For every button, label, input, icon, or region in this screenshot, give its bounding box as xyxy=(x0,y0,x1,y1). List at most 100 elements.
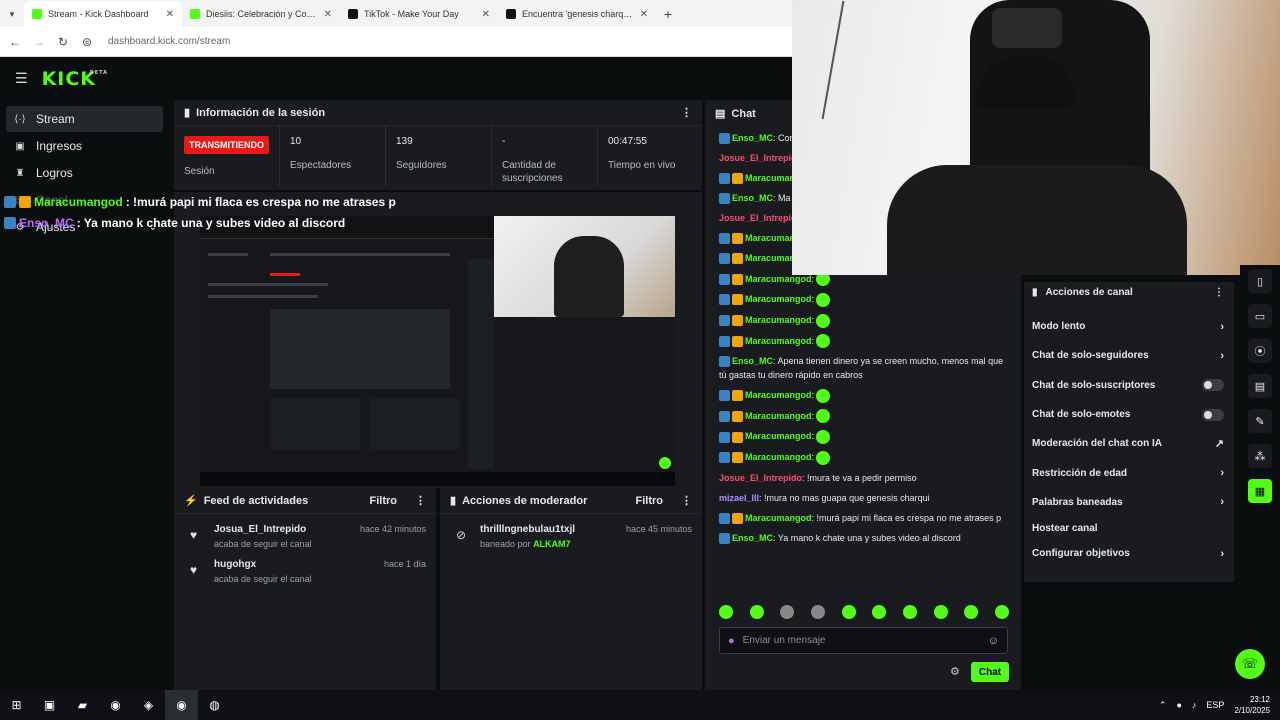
feed-user[interactable]: hugohgx xyxy=(214,559,312,570)
browser-tabbar: ▾ Stream - Kick Dashboard ✕ Diesiis: Cel… xyxy=(0,0,792,27)
chat-username[interactable]: mizael_lll xyxy=(719,493,759,503)
chat-username[interactable]: Maracumangod xyxy=(745,294,812,304)
chat-username[interactable]: Maracumangod xyxy=(745,390,812,400)
new-tab-plus-icon[interactable]: + xyxy=(656,1,680,27)
action-age-restriction[interactable]: Restricción de edad › xyxy=(1024,458,1234,487)
language-indicator[interactable]: ESP xyxy=(1206,700,1224,710)
mic-tray-icon[interactable]: ● xyxy=(1176,700,1181,710)
clapperboard-icon[interactable]: ▦ xyxy=(1248,479,1272,503)
action-banned-words[interactable]: Palabras baneadas › xyxy=(1024,488,1234,517)
tray-expand-icon[interactable]: ⌃ xyxy=(1159,700,1167,711)
forward-arrow-icon[interactable]: → xyxy=(32,35,46,49)
chat-username[interactable]: Josue_El_Intrepido xyxy=(719,473,802,483)
feed-filter-button[interactable]: Filtro xyxy=(370,495,398,507)
chat-username[interactable]: Maracumangod xyxy=(745,513,812,523)
back-arrow-icon[interactable]: ← xyxy=(8,35,22,49)
site-info-icon[interactable]: ⊜ xyxy=(80,35,94,49)
wrench-icon[interactable]: ✎ xyxy=(1248,409,1272,433)
overlay-text: : !murá papi mi flaca es crespa no me at… xyxy=(125,194,396,209)
chat-username[interactable]: Maracumangod xyxy=(745,411,812,421)
feed-user[interactable]: Josua_El_Intrepido xyxy=(214,524,312,535)
chat-username[interactable]: Enso_MC xyxy=(732,533,773,543)
file-explorer-icon[interactable]: ▰ xyxy=(66,690,99,720)
reload-icon[interactable]: ↻ xyxy=(56,35,70,49)
emote-icon[interactable] xyxy=(994,605,1009,619)
nodes-icon[interactable]: ⁂ xyxy=(1248,444,1272,468)
chat-bubble-icon[interactable]: ▭ xyxy=(1248,304,1272,328)
chat-username[interactable]: Josue_El_Intrepido xyxy=(719,153,802,163)
action-host-channel[interactable]: Hostear canal xyxy=(1024,517,1234,539)
chat-username[interactable]: Maracumangod xyxy=(745,274,812,284)
close-tab-icon[interactable]: ✕ xyxy=(324,9,332,20)
right-tool-rail: ▯ ▭ ⦿ ▤ ✎ ⁂ ▦ xyxy=(1240,265,1280,690)
emote-icon[interactable] xyxy=(780,605,795,619)
chat-username[interactable]: Enso_MC xyxy=(732,193,773,203)
emote-icon[interactable] xyxy=(810,605,825,619)
emote-icon[interactable] xyxy=(902,605,917,619)
chrome-icon[interactable]: ◉ xyxy=(99,690,132,720)
chrome-active-icon[interactable]: ◉ xyxy=(165,690,198,720)
browser-tab-kick[interactable]: Stream - Kick Dashboard ✕ xyxy=(24,1,182,27)
action-configure-goals[interactable]: Configurar objetivos › xyxy=(1024,539,1234,568)
emote-icon[interactable] xyxy=(964,605,979,619)
emote-icon[interactable] xyxy=(933,605,948,619)
chat-send-button[interactable]: Chat xyxy=(971,662,1009,682)
stream-preview[interactable] xyxy=(200,216,675,486)
mod-by-user[interactable]: ALKAM7 xyxy=(533,539,571,549)
action-label: Chat de solo-seguidores xyxy=(1032,350,1149,362)
url-field[interactable]: dashboard.kick.com/stream xyxy=(108,36,230,47)
emote-icon[interactable] xyxy=(872,605,887,619)
action-ai-moderation[interactable]: Moderación del chat con IA ↗ xyxy=(1024,429,1234,458)
mod-filter-button[interactable]: Filtro xyxy=(636,495,664,507)
volume-icon[interactable]: ♪ xyxy=(1192,700,1197,710)
close-tab-icon[interactable]: ✕ xyxy=(640,9,648,20)
browser-tab-kick-2[interactable]: Diesiis: Celebración y Controve ✕ xyxy=(182,1,340,27)
support-chat-icon[interactable]: ☏ xyxy=(1235,649,1265,679)
browser-tab-tiktok[interactable]: TikTok - Make Your Day ✕ xyxy=(340,1,498,27)
action-slow-mode[interactable]: Modo lento › xyxy=(1024,312,1234,341)
obs-icon[interactable]: ◍ xyxy=(198,690,231,720)
more-options-icon[interactable]: ⋮ xyxy=(415,494,426,507)
mod-target-user[interactable]: thrilllngnebulau1txjl xyxy=(480,524,575,535)
emote-icon[interactable] xyxy=(719,605,733,619)
subscribers-only-toggle[interactable] xyxy=(1202,379,1224,392)
chat-username[interactable]: Maracumangod xyxy=(745,315,812,325)
action-followers-only[interactable]: Chat de solo-seguidores › xyxy=(1024,341,1234,370)
layout-icon[interactable]: ▯ xyxy=(1248,269,1272,293)
chat-username[interactable]: Josue_El_Intrepido xyxy=(719,213,802,223)
close-tab-icon[interactable]: ✕ xyxy=(482,9,490,20)
more-options-icon[interactable]: ⋮ xyxy=(1214,287,1224,298)
chat-username[interactable]: Maracumangod xyxy=(745,336,812,346)
hamburger-menu-icon[interactable]: ☰ xyxy=(15,70,28,87)
badge-icon xyxy=(719,512,730,524)
kick-logo[interactable]: KICK BETA xyxy=(42,68,107,90)
chat-username[interactable]: Enso_MC xyxy=(732,356,773,366)
close-tab-icon[interactable]: ✕ xyxy=(166,9,174,20)
emotes-only-toggle[interactable] xyxy=(1202,408,1224,421)
more-options-icon[interactable]: ⋮ xyxy=(681,494,692,507)
sidebar-item-logros[interactable]: ♜ Logros xyxy=(6,160,163,186)
emoji-icon[interactable]: ☺ xyxy=(988,635,999,647)
more-options-icon[interactable]: ⋮ xyxy=(681,106,692,119)
chat-message-input[interactable]: ● Enviar un mensaje ☺ xyxy=(719,627,1008,654)
chat-settings-gear-icon[interactable]: ⚙ xyxy=(950,665,960,678)
clock[interactable]: 23:12 2/10/2025 xyxy=(1234,694,1270,716)
sidebar-item-stream[interactable]: ⟨·⟩ Stream xyxy=(6,106,163,132)
start-windows-icon[interactable]: ⊞ xyxy=(0,690,33,720)
emote-icon[interactable] xyxy=(749,605,764,619)
panel-icon[interactable]: ▤ xyxy=(1248,374,1272,398)
app-icon[interactable]: ▣ xyxy=(33,690,66,720)
feed-item: ♥ hugohgx acaba de seguir el canal hace … xyxy=(174,549,436,584)
sidebar-item-ingresos[interactable]: ▣ Ingresos xyxy=(6,133,163,159)
chat-username[interactable]: Maracumangod xyxy=(745,431,812,441)
broadcast-icon[interactable]: ⦿ xyxy=(1248,339,1272,363)
browser-tab-tiktok-search[interactable]: Encuentra 'genesis charqui' en T ✕ xyxy=(498,1,656,27)
chat-username[interactable]: Maracumangod xyxy=(745,452,812,462)
chat-username[interactable]: Enso_MC xyxy=(732,133,773,143)
trophy-icon: ♜ xyxy=(15,167,25,179)
tab-list-chevron-icon[interactable]: ▾ xyxy=(0,1,24,27)
emote-icon[interactable] xyxy=(841,605,856,619)
capcut-icon[interactable]: ◈ xyxy=(132,690,165,720)
channel-actions-panel: ▮ Acciones de canal ⋮ Modo lento › Chat … xyxy=(1024,282,1234,582)
mic-icon[interactable]: ● xyxy=(728,635,735,647)
